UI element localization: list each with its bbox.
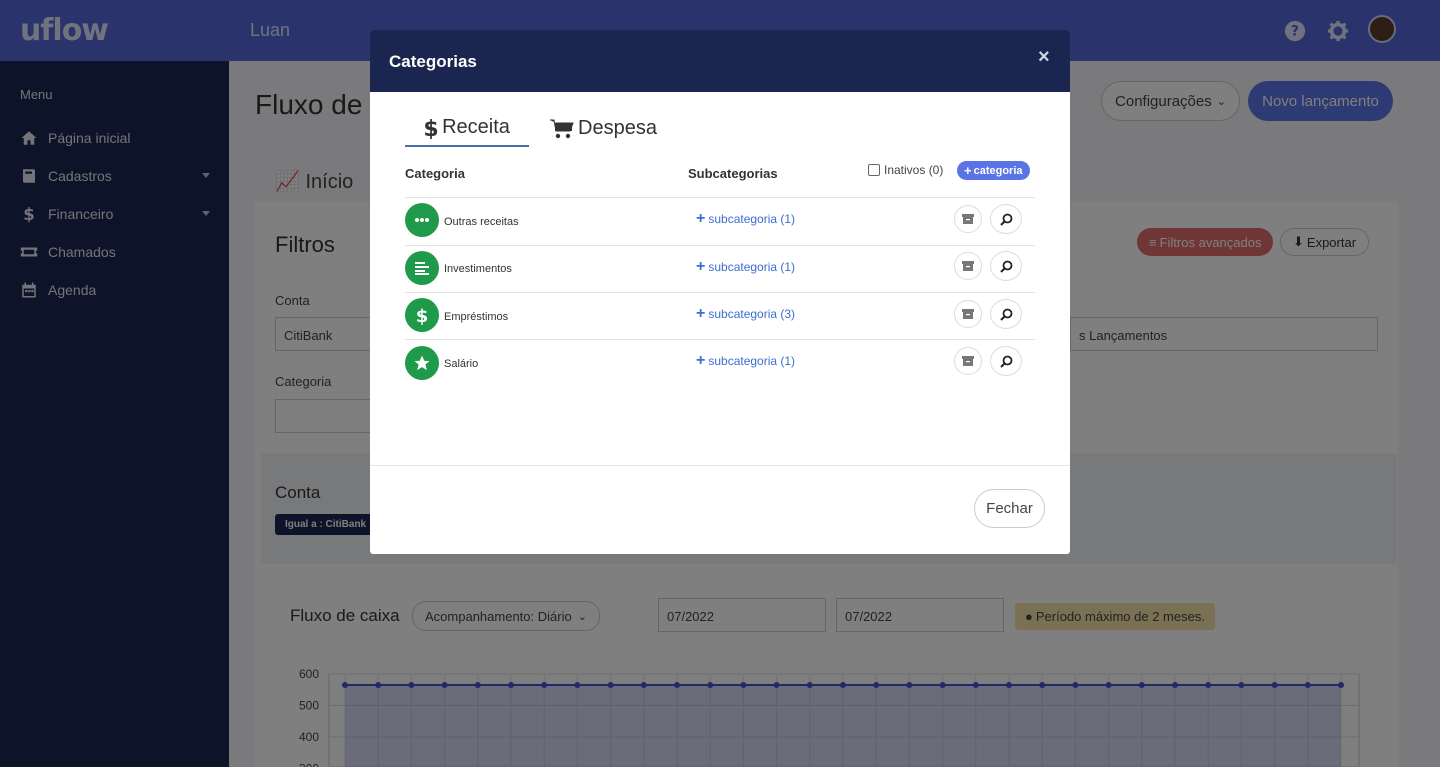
plus-icon: +: [696, 210, 706, 227]
search-icon: [999, 308, 1012, 321]
tab-receita-label: Receita: [442, 116, 510, 138]
archive-icon: [962, 261, 974, 271]
archive-button[interactable]: [954, 205, 982, 233]
plus-icon: +: [964, 163, 972, 178]
search-icon: [999, 213, 1012, 226]
tab-despesa-label: Despesa: [578, 117, 657, 139]
subcategoria-label: subcategoria (1): [708, 212, 796, 226]
tab-receita[interactable]: $ Receita: [405, 110, 529, 147]
row-divider: [405, 339, 1035, 340]
add-subcategoria-link[interactable]: + subcategoria (3): [696, 305, 795, 323]
zoom-button[interactable]: [990, 204, 1022, 234]
add-categoria-label: categoria: [973, 164, 1023, 177]
row-divider: [405, 197, 1035, 198]
inativos-label: Inativos (0): [884, 163, 944, 177]
archive-icon: [962, 309, 974, 319]
plus-icon: +: [696, 352, 706, 369]
zoom-button[interactable]: [990, 299, 1022, 329]
category-name: Investimentos: [444, 263, 512, 275]
dollar-icon: $: [405, 298, 439, 332]
category-name: Empréstimos: [444, 311, 509, 323]
zoom-button[interactable]: [990, 251, 1022, 281]
svg-text:$: $: [424, 117, 438, 139]
add-subcategoria-link[interactable]: + subcategoria (1): [696, 210, 795, 228]
plus-icon: +: [696, 305, 706, 322]
close-icon[interactable]: ×: [1038, 46, 1050, 69]
fechar-button[interactable]: Fechar: [974, 489, 1045, 528]
align-left-icon: [405, 251, 439, 285]
tab-despesa[interactable]: Despesa: [550, 110, 670, 147]
zoom-button[interactable]: [990, 346, 1022, 376]
inativos-checkbox[interactable]: [868, 164, 880, 176]
categorias-modal: Categorias × $ Receita Despesa Categoria…: [370, 30, 1070, 554]
archive-button[interactable]: [954, 252, 982, 280]
modal-footer-divider: [370, 465, 1070, 466]
row-divider: [405, 292, 1035, 293]
archive-button[interactable]: [954, 347, 982, 375]
add-subcategoria-link[interactable]: + subcategoria (1): [696, 258, 795, 276]
category-name: Salário: [444, 358, 479, 370]
modal-title: Categorias: [389, 52, 477, 71]
subcategoria-label: subcategoria (1): [708, 260, 796, 274]
add-subcategoria-link[interactable]: + subcategoria (1): [696, 352, 795, 370]
svg-text:$: $: [416, 306, 429, 325]
archive-icon: [962, 356, 974, 366]
ellipsis-icon: [405, 203, 439, 237]
add-categoria-button[interactable]: + categoria: [957, 161, 1030, 180]
shopping-cart-icon: [550, 119, 574, 138]
category-name: Outras receitas: [444, 216, 519, 228]
search-icon: [999, 355, 1012, 368]
inativos-toggle[interactable]: Inativos (0): [868, 163, 943, 177]
archive-icon: [962, 214, 974, 224]
dollar-icon: $: [424, 117, 438, 139]
col-categoria-header: Categoria: [405, 166, 465, 181]
star-icon: [405, 346, 439, 380]
plus-icon: +: [696, 258, 706, 275]
modal-header: Categorias ×: [370, 30, 1070, 92]
subcategoria-label: subcategoria (3): [708, 307, 796, 321]
subcategoria-label: subcategoria (1): [708, 354, 796, 368]
search-icon: [999, 260, 1012, 273]
row-divider: [405, 245, 1035, 246]
col-subcategorias-header: Subcategorias: [688, 166, 778, 181]
archive-button[interactable]: [954, 300, 982, 328]
